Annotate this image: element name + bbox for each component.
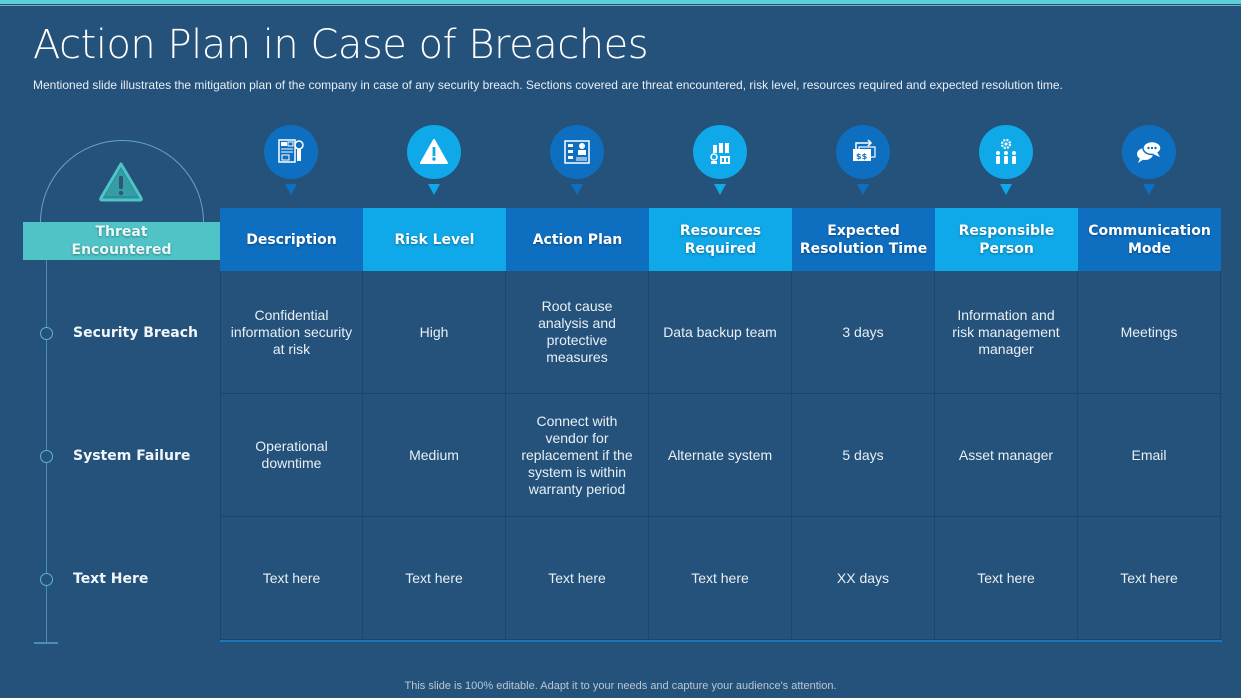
table-cell: XX days xyxy=(792,517,935,640)
threat-encountered-header: Threat Encountered xyxy=(23,222,220,260)
timeline-dot xyxy=(40,572,53,586)
table-cell: Operational downtime xyxy=(220,394,363,517)
page-subtitle: Mentioned slide illustrates the mitigati… xyxy=(33,78,1063,92)
team-gear-icon xyxy=(979,125,1033,179)
column-header-action-plan: Action Plan xyxy=(506,208,649,271)
table-row: Operational downtime Medium Connect with… xyxy=(220,394,1222,517)
table-header-row: Description Risk Level Action Plan Resou… xyxy=(220,208,1222,271)
column-header-responsible-person: Responsible Person xyxy=(935,208,1078,271)
column-header-description: Description xyxy=(220,208,363,271)
column-pointer xyxy=(571,184,583,195)
table-cell: Text here xyxy=(506,517,649,640)
threat-name: Security Breach xyxy=(73,325,199,341)
table-cell: Meetings xyxy=(1078,271,1221,394)
table-cell: Confidential information security at ris… xyxy=(220,271,363,394)
top-accent-line xyxy=(0,5,1241,6)
warning-triangle-icon xyxy=(99,162,143,202)
action-plan-table: Description Risk Level Action Plan Resou… xyxy=(220,208,1222,640)
money-transfer-icon: $$ xyxy=(836,125,890,179)
threat-row-label: Text Here xyxy=(40,569,220,589)
table-cell: Text here xyxy=(935,517,1078,640)
footer-note: This slide is 100% editable. Adapt it to… xyxy=(404,680,837,692)
table-cell: Root cause analysis and protective measu… xyxy=(506,271,649,394)
chat-bubbles-icon xyxy=(1122,125,1176,179)
threat-header-label: Threat Encountered xyxy=(71,224,172,258)
table-cell: Data backup team xyxy=(649,271,792,394)
table-cell: Text here xyxy=(220,517,363,640)
table-bottom-accent xyxy=(220,640,1222,642)
table-cell: High xyxy=(363,271,506,394)
table-cell: Email xyxy=(1078,394,1221,517)
timeline-dot xyxy=(40,449,53,463)
column-pointer xyxy=(1000,184,1012,195)
document-report-icon xyxy=(264,125,318,179)
page-title: Action Plan in Case of Breaches xyxy=(33,22,649,68)
threat-row-label: System Failure xyxy=(40,446,220,466)
timeline-foot xyxy=(34,642,58,644)
table-cell: Information and risk management manager xyxy=(935,271,1078,394)
column-pointer xyxy=(1143,184,1155,195)
top-accent-bar xyxy=(0,0,1241,4)
svg-text:$$: $$ xyxy=(856,152,868,161)
timeline-dot xyxy=(40,326,53,340)
table-row: Text here Text here Text here Text here … xyxy=(220,517,1222,640)
column-header-resources-required: Resources Required xyxy=(649,208,792,271)
table-cell: Asset manager xyxy=(935,394,1078,517)
factory-resources-icon xyxy=(693,125,747,179)
table-cell: 3 days xyxy=(792,271,935,394)
table-row: Confidential information security at ris… xyxy=(220,271,1222,394)
column-header-risk-level: Risk Level xyxy=(363,208,506,271)
column-pointer xyxy=(428,184,440,195)
warning-icon xyxy=(407,125,461,179)
flowchart-person-icon xyxy=(550,125,604,179)
threat-row-label: Security Breach xyxy=(40,323,220,343)
table-cell: Connect with vendor for replacement if t… xyxy=(506,394,649,517)
threat-name: System Failure xyxy=(73,448,191,464)
table-cell: Alternate system xyxy=(649,394,792,517)
table-cell: Text here xyxy=(649,517,792,640)
table-cell: Text here xyxy=(363,517,506,640)
table-cell: Text here xyxy=(1078,517,1221,640)
column-pointer xyxy=(714,184,726,195)
column-header-expected-resolution-time: Expected Resolution Time xyxy=(792,208,935,271)
column-pointer xyxy=(285,184,297,195)
column-pointer xyxy=(857,184,869,195)
column-header-communication-mode: Communication Mode xyxy=(1078,208,1221,271)
table-cell: 5 days xyxy=(792,394,935,517)
table-cell: Medium xyxy=(363,394,506,517)
threat-name: Text Here xyxy=(73,571,149,587)
